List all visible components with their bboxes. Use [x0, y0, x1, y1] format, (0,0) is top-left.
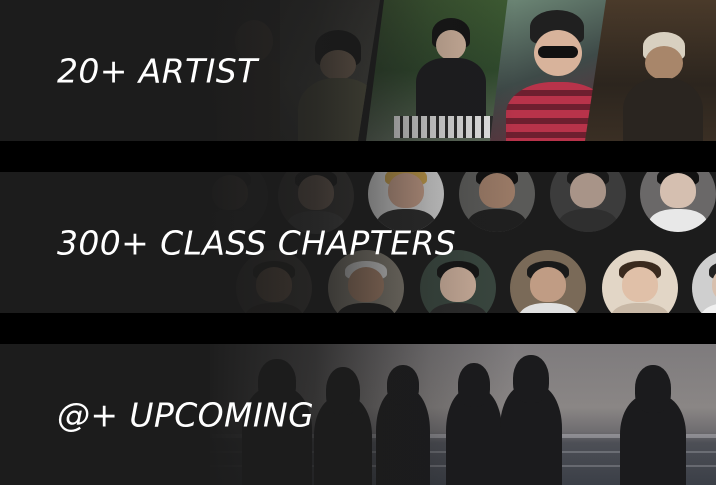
instructor-avatar	[510, 250, 586, 313]
artist-count-label: 20+ ARTIST	[57, 51, 258, 90]
stats-section: 20+ ARTIST 300+ CLASS CHAPTERS @+ UPCOMI…	[0, 0, 716, 485]
class-chapters-banner: 300+ CLASS CHAPTERS	[0, 172, 716, 313]
instructor-avatar	[459, 172, 535, 232]
artist-count-banner: 20+ ARTIST	[0, 0, 716, 141]
instructor-avatar	[692, 250, 716, 313]
upcoming-label: @+ UPCOMING	[57, 395, 315, 434]
artist-photo	[280, 0, 380, 141]
instructor-avatar	[602, 250, 678, 313]
instructor-avatar	[550, 172, 626, 232]
class-chapters-label: 300+ CLASS CHAPTERS	[57, 223, 457, 262]
upcoming-banner: @+ UPCOMING	[0, 344, 716, 485]
instructor-avatar	[640, 172, 716, 232]
artist-photo	[585, 0, 716, 141]
